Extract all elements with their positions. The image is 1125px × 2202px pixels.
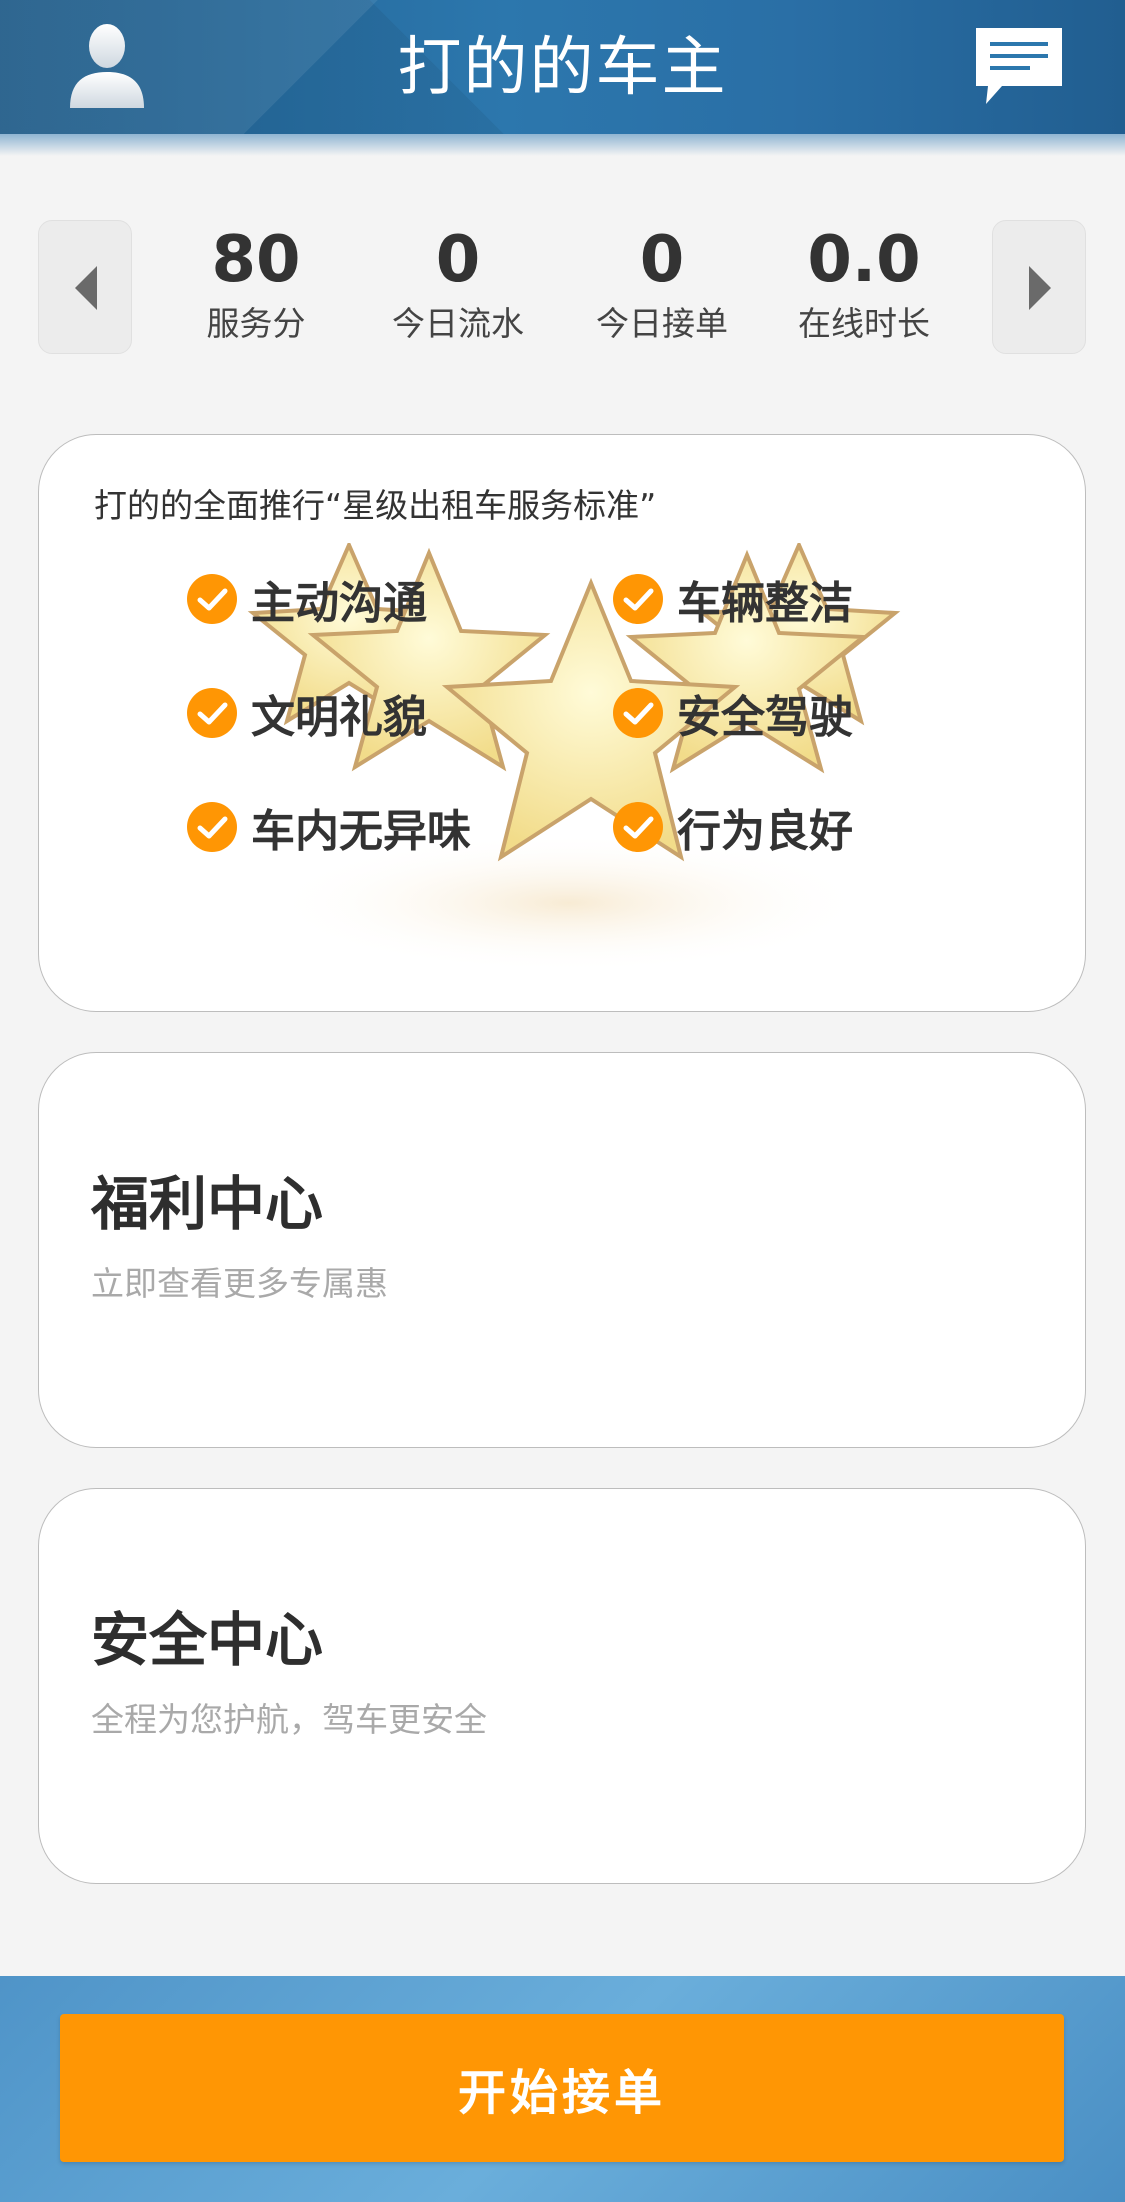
welfare-center-card[interactable]: 福利中心 立即查看更多专属惠 [38,1052,1086,1448]
stat-label: 服务分 [206,304,306,343]
stat-today-orders: 0 今日接单 [562,220,762,346]
feature-label: 主动沟通 [251,578,427,629]
arrow-left-icon [75,266,97,310]
feature-label: 文明礼貌 [251,692,427,743]
check-circle-icon [187,802,237,852]
check-circle-icon [187,574,237,624]
welfare-subtitle: 立即查看更多专属惠 [91,1264,388,1303]
stats-bar: 80 服务分 0 今日流水 0 今日接单 0.0 在线时长 [38,220,1086,354]
feature-item: 文明礼貌 [187,683,427,743]
promo-title: 打的的全面推行“星级出租车服务标准” [94,486,657,525]
next-arrow-button[interactable] [992,220,1086,354]
feature-label: 车内无异味 [251,806,471,857]
stat-value: 0 [435,223,481,297]
feature-item: 主动沟通 [187,569,427,629]
feature-item: 行为良好 [613,797,853,857]
stat-label: 今日接单 [596,304,728,343]
start-accepting-orders-button[interactable]: 开始接单 [60,2014,1064,2162]
stat-label: 在线时长 [798,304,930,343]
feature-item: 车内无异味 [187,797,471,857]
stat-value: 80 [211,223,301,297]
check-circle-icon [613,574,663,624]
feature-item: 安全驾驶 [613,683,853,743]
service-standard-card[interactable]: 打的的全面推行“星级出租车服务标准” 主动沟通 车辆整洁 文明礼貌 安全驾驶 车… [38,434,1086,1012]
stat-label: 今日流水 [392,304,524,343]
feature-item: 车辆整洁 [613,569,853,629]
feature-label: 行为良好 [677,806,853,857]
check-circle-icon [613,688,663,738]
stat-value: 0 [639,223,685,297]
check-circle-icon [613,802,663,852]
safety-subtitle: 全程为您护航，驾车更安全 [91,1700,487,1739]
stat-online-duration: 0.0 在线时长 [764,220,964,346]
app-header: 打的的车主 [0,0,1125,134]
message-icon[interactable] [972,24,1066,108]
prev-arrow-button[interactable] [38,220,132,354]
check-circle-icon [187,688,237,738]
stat-today-revenue: 0 今日流水 [358,220,558,346]
header-shadow [0,134,1125,156]
bottom-bar: 开始接单 [0,1976,1125,2202]
page-title: 打的的车主 [397,31,728,105]
safety-title: 安全中心 [91,1606,324,1674]
arrow-right-icon [1029,266,1051,310]
stat-service-score: 80 服务分 [156,220,356,346]
safety-center-card[interactable]: 安全中心 全程为您护航，驾车更安全 [38,1488,1086,1884]
feature-label: 安全驾驶 [677,692,853,743]
stat-value: 0.0 [807,223,921,297]
welfare-title: 福利中心 [91,1170,324,1238]
feature-label: 车辆整洁 [677,578,853,629]
